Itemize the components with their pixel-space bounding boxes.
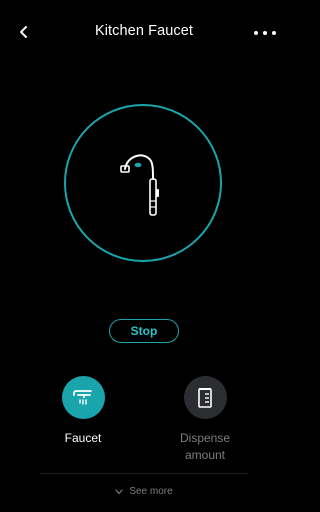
page-title: Kitchen Faucet — [94, 23, 194, 39]
more-horizontal-icon — [254, 31, 276, 35]
faucet-icon — [120, 154, 159, 216]
stop-button[interactable]: Stop — [109, 319, 179, 343]
mode-faucet-circle — [61, 376, 105, 419]
see-more-label: See more — [129, 486, 173, 497]
mode-faucet-label: Faucet — [64, 431, 102, 445]
mode-faucet[interactable]: Faucet — [35, 376, 131, 447]
see-more-button[interactable]: See more — [0, 486, 288, 497]
faucet-status-ring — [64, 104, 222, 262]
faucet-icon — [73, 389, 92, 405]
more-options-button[interactable] — [252, 22, 278, 44]
measuring-cup-icon — [198, 387, 212, 408]
mode-dispense-amount[interactable]: Dispense amount — [157, 376, 253, 464]
mode-dispense-label: Dispense amount — [179, 431, 231, 462]
divider — [40, 473, 248, 474]
header: Kitchen Faucet — [0, 0, 288, 64]
chevron-down-icon — [115, 488, 123, 494]
mode-dispense-circle — [183, 376, 227, 419]
device-screen: Kitchen Faucet Stop Faucet Dispense amou… — [0, 0, 288, 512]
